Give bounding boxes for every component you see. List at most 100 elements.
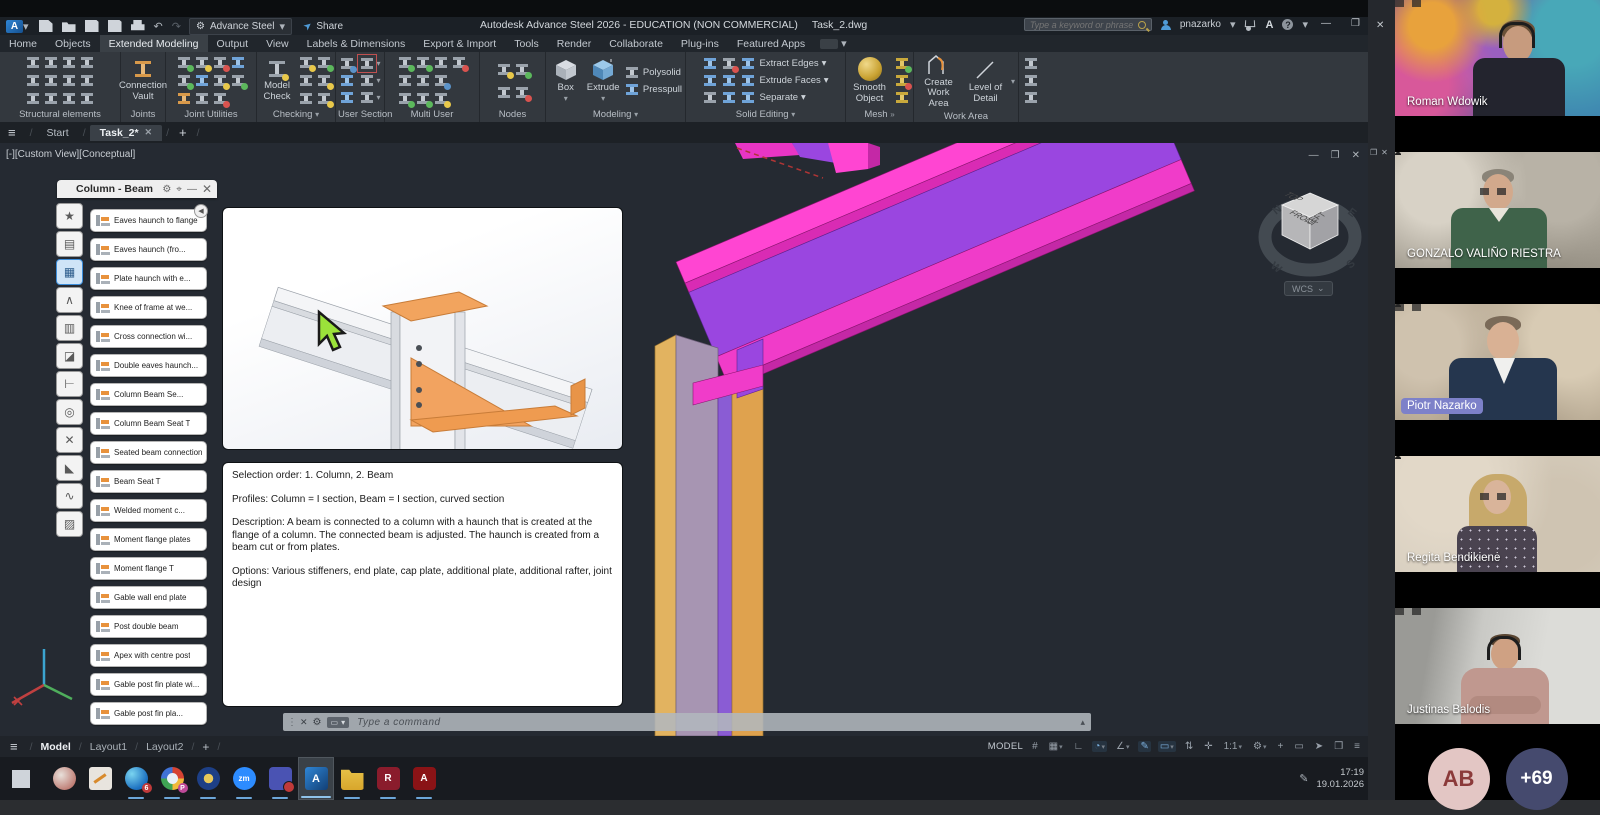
panel-label[interactable]: Mesh » [846,109,913,122]
drawing-viewport[interactable]: [-][Custom View][Conceptual] — ❐ ✕ [0,143,1368,736]
gutter-restore-controls[interactable]: ❐ ✕ [1370,148,1388,157]
status-toggle-icon[interactable]: ⚙▾ [1251,741,1268,752]
joint-box-icon[interactable] [194,73,210,88]
taskbar-app-icon[interactable]: zm [233,767,256,790]
connection-type-item[interactable]: Gable wall end plate [90,586,207,609]
connection-type-item[interactable]: Eaves haunch to flange [90,209,207,232]
command-input[interactable]: Type a command [357,717,441,728]
gutter-x-icon[interactable]: ✕ [1381,148,1388,157]
intersect-icon[interactable] [702,73,718,88]
taskbar-app-icon[interactable] [89,767,112,790]
search-input[interactable] [1030,20,1134,30]
bracing-icon[interactable] [25,91,41,106]
taskbar-app[interactable] [46,757,82,800]
mu-local-icon[interactable] [433,55,449,70]
minimize-button[interactable]: — [1321,18,1331,29]
panel-label[interactable]: Structural elements [0,109,120,122]
category-button[interactable]: ◣ [56,455,83,481]
taskbar-clock[interactable]: 17:19 19.01.2026 [1316,767,1364,791]
smooth-object-button[interactable]: Smooth Object [849,57,890,104]
connection-type-item[interactable]: Moment flange plates [90,528,207,551]
interfere-icon[interactable] [702,90,718,105]
store-cart-icon[interactable] [1245,20,1257,30]
new-tab-button[interactable]: + [179,125,187,140]
participant-tile[interactable]: GONZALO VALIÑO RIESTRA [1395,152,1600,304]
status-toggle-icon[interactable]: ∠▾ [1114,741,1131,752]
category-button[interactable]: ▤ [56,231,83,257]
polysolid-button[interactable]: Polysolid [624,65,682,80]
category-button[interactable]: ⊢ [56,371,83,397]
panel-label[interactable]: Nodes [480,109,545,122]
stair-icon[interactable] [79,55,95,70]
status-menu-icon[interactable]: ≡ [10,739,18,754]
node-branch-icon[interactable] [496,85,512,100]
status-toggle-icon[interactable]: ▦▾ [1047,741,1065,752]
section-edit-icon[interactable] [339,73,355,88]
file-tab[interactable]: Task_2* ✕ [90,125,162,141]
connection-type-item[interactable]: Welded moment c... [90,499,207,522]
truss-icon[interactable] [25,73,41,88]
joint-add-icon[interactable] [176,55,192,70]
viewport-controls-label[interactable]: [-][Custom View][Conceptual] [6,149,135,160]
panel-label[interactable]: Solid Editing ▾ [686,109,845,122]
frame-icon[interactable] [25,55,41,70]
connection-type-item[interactable]: Column Beam Se... [90,383,207,406]
ribbon-tab[interactable]: Featured Apps [728,35,814,52]
search-box[interactable] [1024,18,1152,31]
status-toggle-icon[interactable]: ∟ [1072,741,1086,752]
ribbon-display-toggle[interactable]: ▾ [820,35,847,52]
extrude-faces-icon[interactable] [740,73,756,88]
presspull-button[interactable]: Presspull [624,82,682,97]
section-behavior-icon[interactable] [359,56,375,71]
ribbon-tab[interactable]: Export & Import [414,35,505,52]
participant-tile[interactable]: Roman Wdowik [1395,0,1600,152]
category-button[interactable]: ✕ [56,427,83,453]
connection-type-item[interactable]: Double eaves haunch... [90,354,207,377]
autodesk-icon[interactable]: A [1266,19,1274,31]
signed-in-user[interactable]: pnazarko [1180,19,1221,30]
check-database-icon[interactable] [316,55,332,70]
category-button[interactable]: ∿ [56,483,83,509]
restore-button[interactable]: ❐ [1351,18,1360,29]
taskbar-app-icon[interactable]: P [161,767,184,790]
command-line[interactable]: ⋮ ✕ ⚙ ▭▾ Type a command ▴ [283,713,1091,731]
taskbar-app[interactable]: A [406,757,442,800]
status-toggle-icon[interactable]: ▭▾ [1158,741,1176,752]
joint-explode-icon[interactable] [212,55,228,70]
ribbon-tab[interactable]: Extended Modeling [100,35,208,52]
smooth-less-icon[interactable] [894,73,910,88]
mu-release-icon[interactable] [397,91,413,106]
category-button[interactable]: ∧ [56,287,83,313]
taskbar-app-icon[interactable] [341,767,364,790]
status-toggle-icon[interactable]: ⇅ [1183,741,1195,752]
drawing-restore-icon[interactable]: ❐ [1331,150,1340,161]
mu-team-icon[interactable] [433,91,449,106]
ribbon-tab[interactable]: Collaborate [600,35,672,52]
start-button[interactable] [10,768,32,790]
slice-icon[interactable] [721,73,737,88]
taskbar-app-icon[interactable] [53,767,76,790]
save-as-icon[interactable] [108,20,122,32]
refine-mesh-icon[interactable] [894,90,910,105]
taskbar-app-icon[interactable] [197,767,220,790]
joint-delete-icon[interactable] [212,91,228,106]
section-insert-icon[interactable] [339,56,355,71]
section-polygon-icon[interactable] [359,90,375,105]
connection-type-item[interactable]: Seated beam connection [90,441,207,464]
extract-edges-icon[interactable] [740,56,756,71]
user-dropdown-icon[interactable]: ▾ [1230,18,1236,31]
extrude-button[interactable]: Extrude▾ [586,59,619,101]
mu-reserve-icon[interactable] [397,73,413,88]
status-toggle-icon[interactable]: + [1276,741,1286,752]
connection-type-item[interactable]: Eaves haunch (fro... [90,238,207,261]
mu-refresh-icon[interactable] [415,55,431,70]
mu-takeover-icon[interactable] [397,55,413,70]
connection-type-item[interactable]: Cross connection wi... [90,325,207,348]
file-tab[interactable]: Start [37,125,79,141]
command-history-icon[interactable]: ▴ [1080,717,1085,728]
joint-sync-icon[interactable] [230,73,246,88]
taskbar-app-icon[interactable]: A [413,767,436,790]
panel-label[interactable]: Modeling ▾ [546,109,685,122]
taskbar-app[interactable]: 6 [118,757,154,800]
building-icon[interactable] [61,73,77,88]
